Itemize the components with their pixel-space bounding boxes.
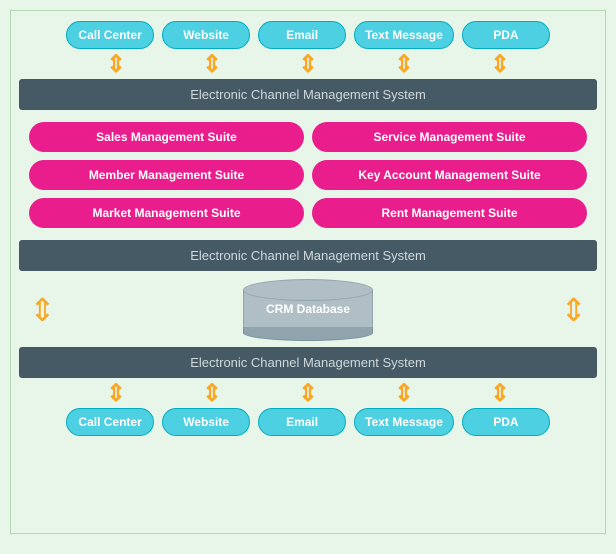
suite-service: Service Management Suite	[312, 122, 587, 152]
right-middle-arrow: ⇕	[560, 291, 587, 329]
top-text-message: Text Message	[354, 21, 454, 49]
main-container: Call Center Website Email Text Message P…	[10, 10, 606, 534]
arrow-b3: ⇕	[264, 382, 352, 406]
crm-container: CRM Database	[56, 279, 560, 341]
top-website: Website	[162, 21, 250, 49]
crm-top	[243, 279, 373, 301]
suite-market: Market Management Suite	[29, 198, 304, 228]
middle-section: ⇕ CRM Database ⇕	[19, 275, 597, 345]
top-pda: PDA	[462, 21, 550, 49]
top-email: Email	[258, 21, 346, 49]
arrow-4: ⇕	[360, 53, 448, 77]
arrow-2: ⇕	[168, 53, 256, 77]
arrow-b2: ⇕	[168, 382, 256, 406]
arrow-b5: ⇕	[456, 382, 544, 406]
left-middle-arrow: ⇕	[29, 291, 56, 329]
crm-label: CRM Database	[266, 302, 350, 316]
suite-member: Member Management Suite	[29, 160, 304, 190]
bottom-arrow-row: ⇕ ⇕ ⇕ ⇕ ⇕	[19, 382, 597, 406]
arrow-3: ⇕	[264, 53, 352, 77]
bottom-channel-row: Call Center Website Email Text Message P…	[19, 408, 597, 436]
middle-ecms-bar: Electronic Channel Management System	[19, 240, 597, 271]
suite-sales: Sales Management Suite	[29, 122, 304, 152]
bottom-email: Email	[258, 408, 346, 436]
arrow-b4: ⇕	[360, 382, 448, 406]
suite-rent: Rent Management Suite	[312, 198, 587, 228]
bottom-website: Website	[162, 408, 250, 436]
bottom-text-message: Text Message	[354, 408, 454, 436]
bottom-pda: PDA	[462, 408, 550, 436]
arrow-1: ⇕	[72, 53, 160, 77]
crm-bottom	[243, 325, 373, 341]
top-ecms-bar: Electronic Channel Management System	[19, 79, 597, 110]
crm-cylinder: CRM Database	[243, 279, 373, 341]
suite-key-account: Key Account Management Suite	[312, 160, 587, 190]
top-channel-row: Call Center Website Email Text Message P…	[19, 21, 597, 49]
top-call-center: Call Center	[66, 21, 154, 49]
top-arrow-row: ⇕ ⇕ ⇕ ⇕ ⇕	[19, 53, 597, 77]
bottom-call-center: Call Center	[66, 408, 154, 436]
suite-grid: Sales Management Suite Service Managemen…	[19, 114, 597, 236]
bottom-ecms-bar: Electronic Channel Management System	[19, 347, 597, 378]
arrow-b1: ⇕	[72, 382, 160, 406]
arrow-5: ⇕	[456, 53, 544, 77]
